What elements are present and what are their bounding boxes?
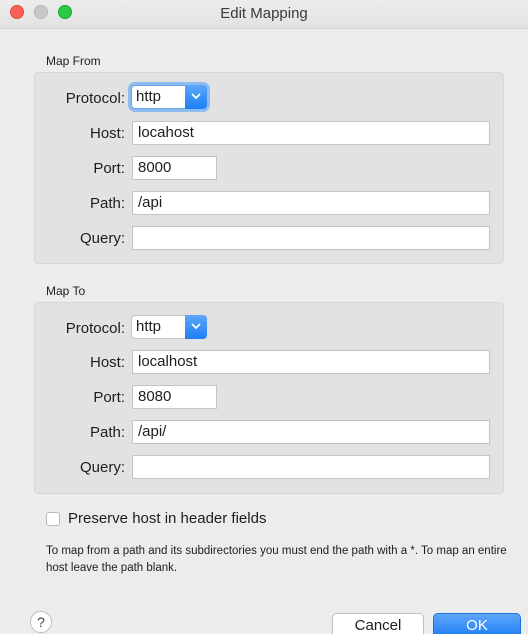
map-from-group: Protocol: http Host: locahost Port: 8000…	[34, 72, 504, 264]
map-from-path-label: Path:	[89, 195, 125, 212]
edit-mapping-dialog: Edit Mapping Map From Protocol: http Hos…	[0, 0, 528, 634]
map-to-protocol-label: Protocol:	[65, 320, 125, 337]
map-from-protocol-value: http	[136, 88, 162, 105]
map-to-group: Protocol: http Host: localhost Port: 808…	[34, 302, 504, 494]
map-to-port-input[interactable]: 8080	[132, 385, 217, 409]
map-to-path-input[interactable]: /api/	[132, 420, 490, 444]
map-to-query-label: Query:	[79, 459, 125, 476]
map-from-host-input[interactable]: locahost	[132, 121, 490, 145]
map-to-path-label: Path:	[89, 424, 125, 441]
map-from-protocol-label: Protocol:	[65, 90, 125, 107]
ok-button[interactable]: OK	[433, 613, 521, 634]
map-from-port-input[interactable]: 8000	[132, 156, 217, 180]
map-from-path-input[interactable]: /api	[132, 191, 490, 215]
map-from-host-label: Host:	[89, 125, 125, 142]
map-to-port-label: Port:	[93, 389, 125, 406]
map-from-query-label: Query:	[79, 230, 125, 247]
map-to-section-label: Map To	[46, 284, 86, 298]
map-to-host-input[interactable]: localhost	[132, 350, 490, 374]
mapping-hint-text: To map from a path and its subdirectorie…	[46, 545, 507, 574]
preserve-host-label[interactable]: Preserve host in header fields	[68, 510, 266, 527]
map-to-host-label: Host:	[89, 354, 125, 371]
cancel-button[interactable]: Cancel	[332, 613, 424, 634]
preserve-host-checkbox[interactable]	[46, 512, 60, 526]
chevron-down-icon	[185, 85, 207, 109]
window-title: Edit Mapping	[220, 5, 308, 22]
map-from-protocol-select[interactable]: http	[131, 85, 207, 109]
map-from-query-input[interactable]	[132, 226, 490, 250]
map-to-protocol-select[interactable]: http	[131, 315, 207, 339]
map-from-port-label: Port:	[93, 160, 125, 177]
title-bar: Edit Mapping	[0, 0, 528, 29]
help-button[interactable]: ?	[30, 611, 52, 633]
map-to-query-input[interactable]	[132, 455, 490, 479]
map-from-section-label: Map From	[46, 54, 101, 68]
chevron-down-icon	[185, 315, 207, 339]
map-to-protocol-value: http	[136, 318, 162, 335]
